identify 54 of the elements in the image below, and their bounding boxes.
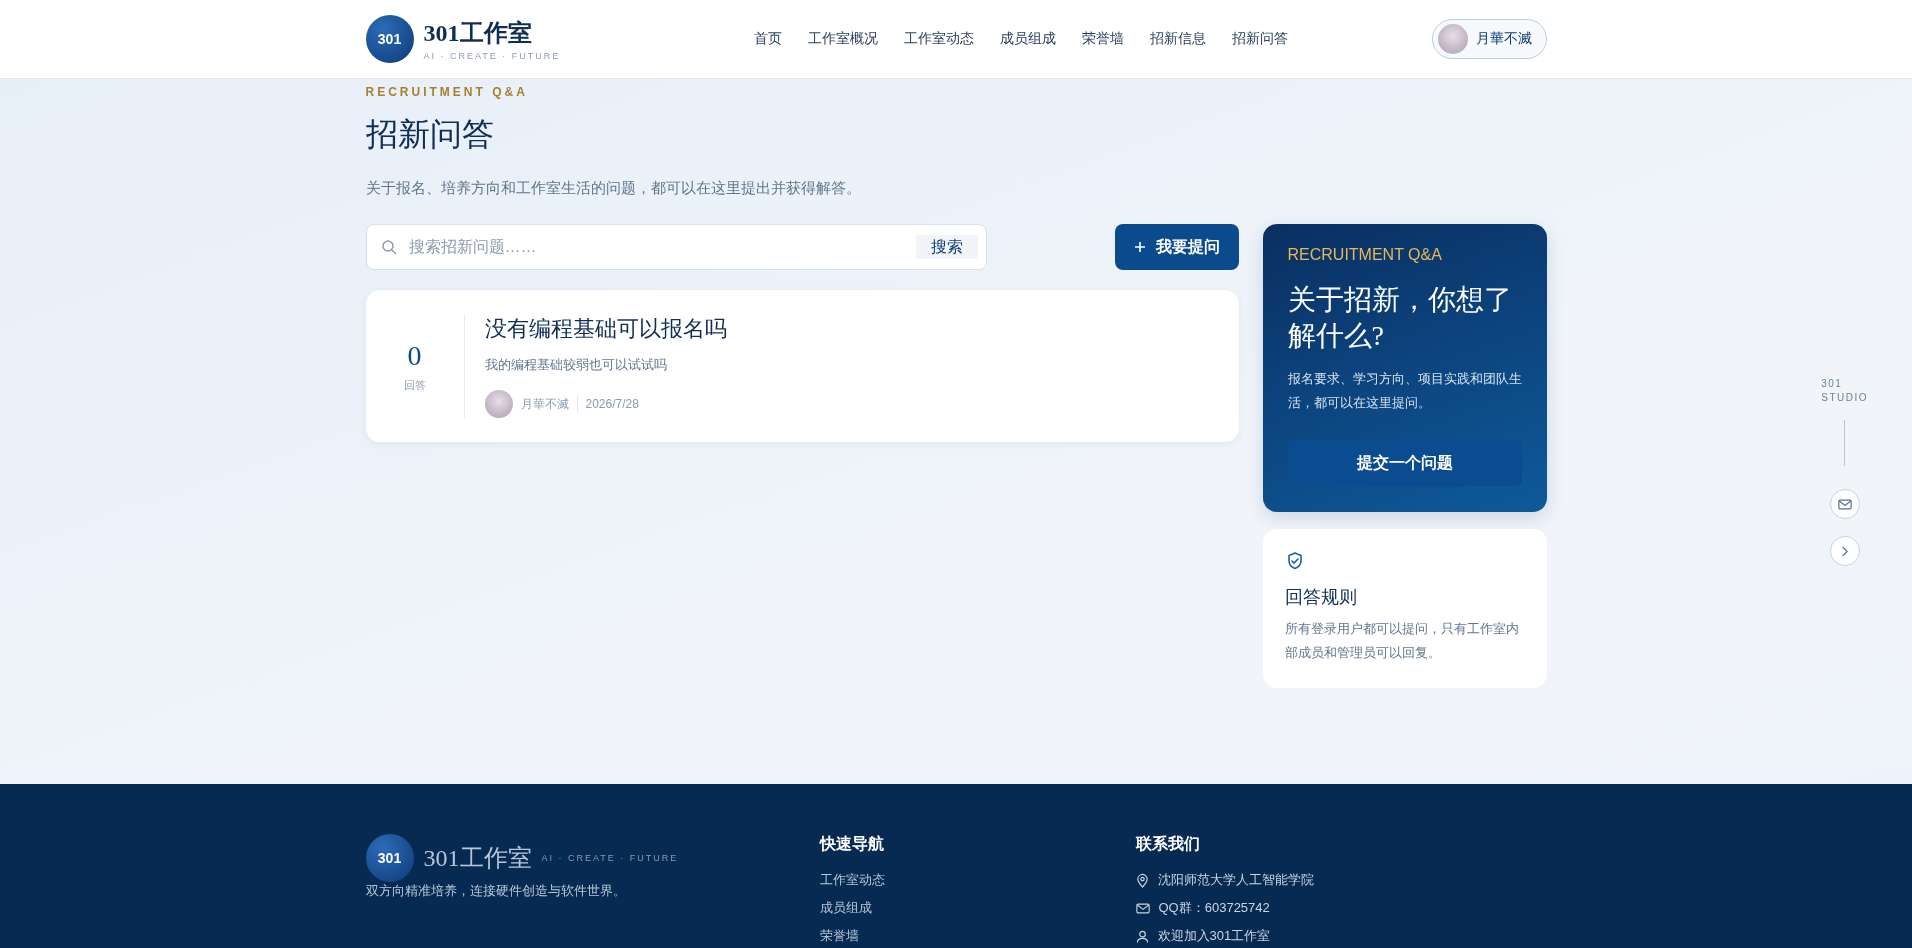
section-eyebrow: RECRUITMENT Q&A <box>365 85 529 99</box>
page-subtitle: 关于报名、培养方向和工作室生活的问题，都可以在这里提出并获得解答。 <box>365 179 862 198</box>
user-button[interactable]: 月華不滅 <box>1431 19 1547 59</box>
logo-title: 301工作室 <box>423 19 533 48</box>
footer-heading: 快速导航 <box>819 834 885 854</box>
search-icon <box>380 239 397 255</box>
plus-icon <box>1133 241 1146 253</box>
logo-tagline: AI · CREATE · FUTURE <box>541 853 679 863</box>
promo-eyebrow: RECRUITMENT Q&A <box>1287 246 1443 264</box>
logo-badge: 301 <box>365 15 414 63</box>
nav-link[interactable]: 首页 <box>754 26 783 52</box>
nav-link[interactable]: 工作室概况 <box>808 26 879 52</box>
person-icon <box>1135 929 1149 943</box>
footer-heading: 联系我们 <box>1135 834 1201 854</box>
avatar-icon <box>484 390 513 418</box>
search-button[interactable]: 搜索 <box>915 235 978 259</box>
logo-badge: 301 <box>365 834 414 882</box>
contact-text: 欢迎加入301工作室 <box>1157 927 1271 945</box>
contact-text: 沈阳师范大学人工智能学院 <box>1157 871 1314 889</box>
rail-label: 301 <box>1821 378 1843 389</box>
footer-link[interactable]: 成员组成 <box>819 899 1136 917</box>
question-date: 2026/7/28 <box>585 397 639 411</box>
promo-title: 关于招新，你想了解什么? <box>1287 283 1513 354</box>
footer-link[interactable]: 荣誉墙 <box>819 927 1136 945</box>
rail-label: STUDIO <box>1821 392 1868 403</box>
mail-icon <box>1837 498 1852 510</box>
logo-tagline: AI · CREATE · FUTURE <box>423 51 561 61</box>
chevron-right-icon <box>1841 545 1849 557</box>
nav-link[interactable]: 工作室动态 <box>904 26 975 52</box>
nav-link[interactable]: 招新问答 <box>1232 26 1289 52</box>
location-pin-icon <box>1135 872 1149 888</box>
logo-title: 301工作室 <box>423 844 532 873</box>
contact-text: QQ群：603725742 <box>1158 899 1270 917</box>
avatar-icon <box>1437 24 1468 54</box>
question-title[interactable]: 没有编程基础可以报名吗 <box>484 314 727 344</box>
answer-label: 回答 <box>403 377 426 393</box>
answer-count: 0 <box>407 339 422 372</box>
question-card[interactable]: 0 回答 没有编程基础可以报名吗 我的编程基础较弱也可以试试吗 月華不滅 2026/7/28 <box>365 290 1239 442</box>
footer-slogan: 双方向精准培养，连接硬件创造与软件世界。 <box>365 882 627 900</box>
page-title: 招新问答 <box>365 115 495 154</box>
promo-text: 报名要求、学习方向、项目实践和团队生活，都可以在这里提问。 <box>1287 369 1522 413</box>
nav-link[interactable]: 招新信息 <box>1150 26 1207 52</box>
footer-link[interactable]: 工作室动态 <box>819 871 1136 889</box>
search-field[interactable]: 搜索招新问题…… 搜索 <box>365 224 987 270</box>
mail-icon <box>1135 902 1150 914</box>
ask-question-button[interactable]: 我要提问 <box>1114 224 1239 270</box>
author-name: 月華不滅 <box>520 395 569 413</box>
rules-title: 回答规则 <box>1284 586 1357 610</box>
rules-text: 所有登录用户都可以提问，只有工作室内部成员和管理员可以回复。 <box>1284 620 1520 662</box>
submit-question-button[interactable]: 提交一个问题 <box>1287 440 1522 487</box>
mail-button[interactable] <box>1829 489 1860 519</box>
nav-link[interactable]: 成员组成 <box>1000 26 1057 52</box>
question-excerpt: 我的编程基础较弱也可以试试吗 <box>484 356 668 374</box>
nav-link[interactable]: 荣誉墙 <box>1082 26 1125 52</box>
